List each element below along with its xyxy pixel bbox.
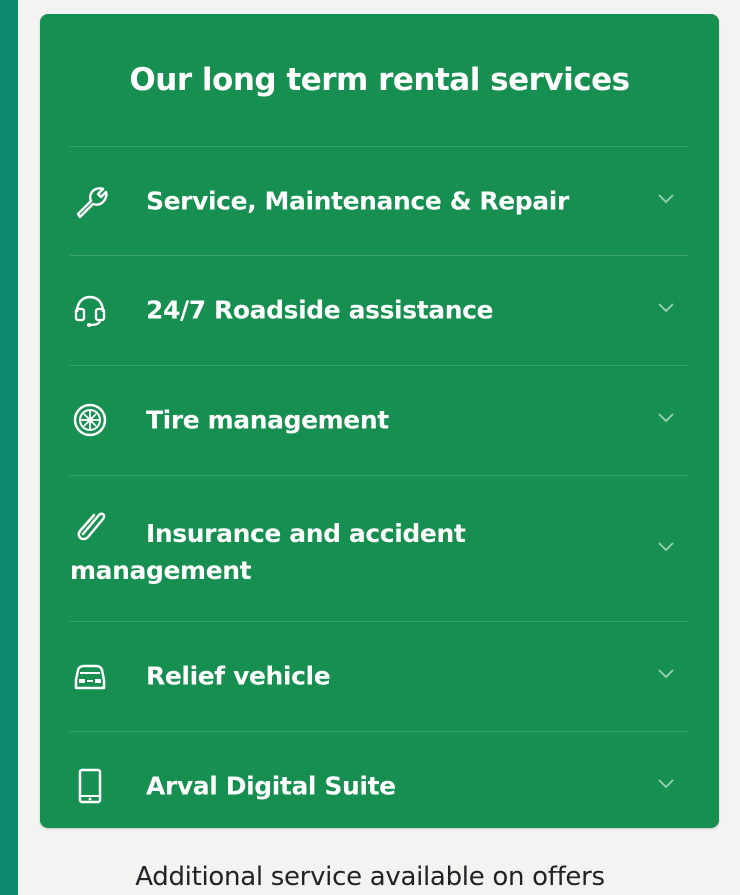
- chevron-down-icon[interactable]: [657, 774, 675, 792]
- services-card: Our long term rental services Service, M…: [40, 14, 719, 828]
- chevron-down-icon[interactable]: [657, 664, 675, 682]
- wrench-icon: [76, 187, 108, 219]
- service-item-maintenance[interactable]: Service, Maintenance & Repair: [70, 147, 689, 255]
- tire-label: Tire management: [146, 405, 389, 435]
- service-item-relief[interactable]: Relief vehicle: [70, 622, 689, 730]
- service-item-tire[interactable]: Tire management: [70, 366, 689, 474]
- card-title: Our long term rental services: [129, 62, 630, 98]
- service-item-roadside[interactable]: 24/7 Roadside assistance: [70, 256, 689, 364]
- car-icon: [74, 664, 106, 690]
- service-item-insurance[interactable]: Insurance and accident management: [70, 476, 689, 621]
- relief-label: Relief vehicle: [146, 661, 331, 691]
- smartphone-icon: [78, 768, 102, 804]
- tire-icon: [73, 403, 107, 437]
- service-label: Service, Maintenance & Repair: [146, 186, 569, 216]
- chevron-down-icon[interactable]: [657, 189, 675, 207]
- headset-icon: [74, 295, 106, 327]
- service-item-digital[interactable]: Arval Digital Suite: [70, 732, 689, 840]
- digital-label: Arval Digital Suite: [146, 771, 396, 801]
- chevron-down-icon[interactable]: [657, 537, 675, 555]
- footer-text: Additional service available on offers: [135, 862, 605, 892]
- chevron-down-icon[interactable]: [657, 298, 675, 316]
- chevron-down-icon[interactable]: [657, 408, 675, 426]
- roadside-label: 24/7 Roadside assistance: [146, 295, 494, 325]
- insurance-label: Insurance and accident management: [70, 519, 466, 585]
